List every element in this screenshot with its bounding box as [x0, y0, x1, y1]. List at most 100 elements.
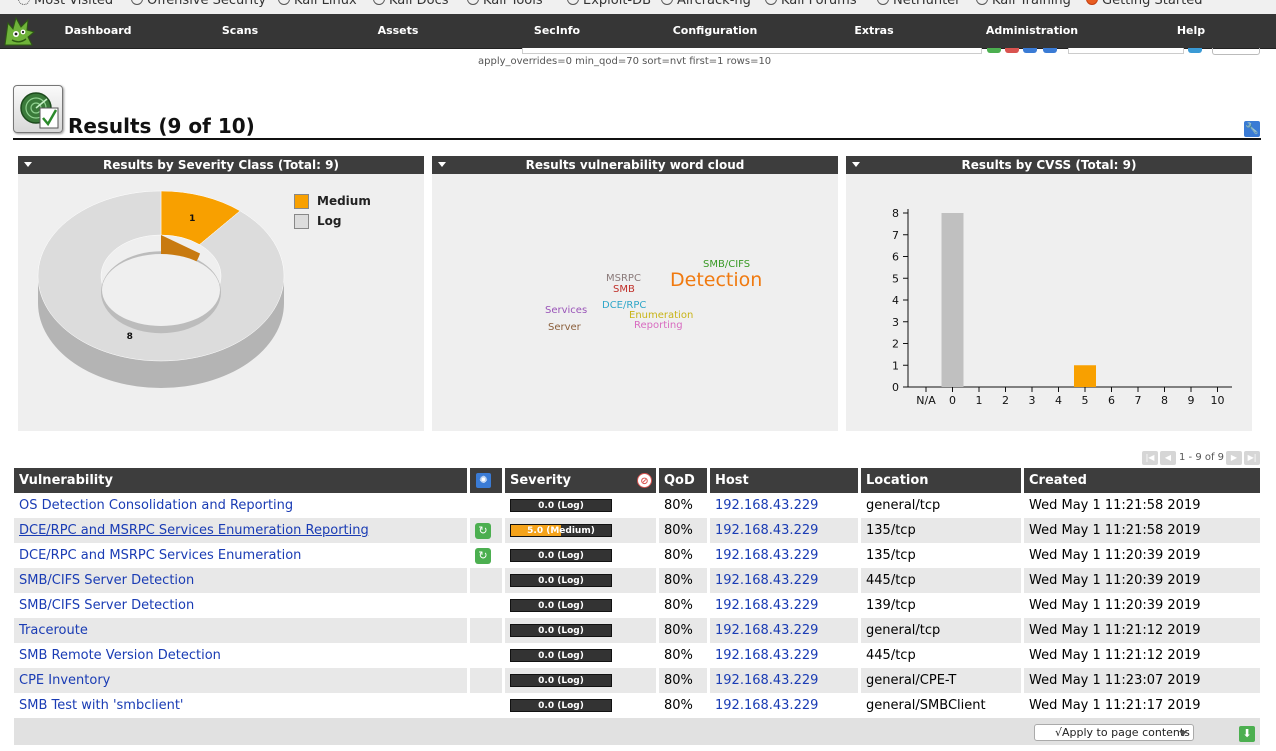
vulnerability-link[interactable]: Traceroute — [19, 623, 88, 638]
cvss-bar-0[interactable] — [941, 213, 964, 387]
filter-input[interactable] — [522, 48, 982, 54]
delete-filter-icon[interactable] — [1005, 48, 1019, 53]
col-severity[interactable]: Severity ⊘ — [505, 468, 659, 493]
nav-help[interactable]: Help — [1177, 24, 1205, 37]
col-location[interactable]: Location — [861, 468, 1024, 493]
host-link[interactable]: 192.168.43.229 — [715, 498, 818, 513]
location-cell: general/tcp — [861, 493, 1024, 518]
host-link[interactable]: 192.168.43.229 — [715, 673, 818, 688]
reset-filter-icon[interactable] — [1023, 48, 1037, 53]
filter-select[interactable] — [1212, 48, 1260, 55]
previous-page-icon[interactable]: ◀ — [1160, 451, 1176, 465]
greenbone-logo-icon[interactable] — [2, 15, 36, 49]
vulnerability-link[interactable]: CPE Inventory — [19, 673, 110, 688]
save-filter-icon[interactable] — [1188, 48, 1202, 53]
col-host[interactable]: Host — [710, 468, 861, 493]
table-row[interactable]: DCE/RPC and MSRPC Services Enumeration R… — [14, 518, 1260, 543]
word-cloud-word[interactable]: SMB — [613, 284, 635, 295]
created-cell: Wed May 1 11:20:39 2019 — [1024, 593, 1260, 618]
vulnerability-link[interactable]: SMB Remote Version Detection — [19, 648, 221, 663]
created-cell: Wed May 1 11:23:07 2019 — [1024, 668, 1260, 693]
nav-secinfo[interactable]: SecInfo — [534, 24, 580, 37]
override-icon[interactable]: ↻ — [475, 547, 491, 564]
table-row[interactable]: SMB Remote Version Detection 0.0 (Log) 80%… — [14, 643, 1260, 668]
refresh-filter-icon[interactable] — [987, 48, 1001, 53]
bookmark-item[interactable]: Exploit-DB — [567, 0, 651, 8]
host-link[interactable]: 192.168.43.229 — [715, 623, 818, 638]
word-cloud-word[interactable]: Detection — [670, 269, 762, 291]
severity-bar: 0.0 (Log) — [510, 574, 612, 587]
vulnerability-link[interactable]: SMB Test with 'smbclient' — [19, 698, 184, 713]
col-qod[interactable]: QoD — [659, 468, 710, 493]
bookmark-item[interactable]: Kali Tools — [467, 0, 543, 8]
last-page-icon[interactable]: ▶| — [1244, 451, 1260, 465]
host-link[interactable]: 192.168.43.229 — [715, 523, 818, 538]
wrench-icon[interactable]: 🔧 — [1244, 121, 1260, 137]
vulnerability-link[interactable]: SMB/CIFS Server Detection — [19, 598, 194, 613]
cvss-bar-chart: 0 1 2 3 4 5 6 7 8 N/A 0 1 2 3 4 5 6 7 8 9 10 — [892, 207, 1232, 407]
severity-class-panel-header[interactable]: Results by Severity Class (Total: 9) — [18, 156, 424, 174]
collapse-arrow-icon[interactable] — [24, 162, 32, 167]
collapse-arrow-icon[interactable] — [438, 162, 446, 167]
host-link[interactable]: 192.168.43.229 — [715, 573, 818, 588]
collapse-arrow-icon[interactable] — [852, 162, 860, 167]
location-cell: general/CPE-T — [861, 668, 1024, 693]
nav-extras[interactable]: Extras — [854, 24, 893, 37]
cvss-bar-5[interactable] — [1074, 365, 1096, 387]
bookmark-item[interactable]: Getting Started — [1086, 0, 1203, 8]
host-link[interactable]: 192.168.43.229 — [715, 698, 818, 713]
nav-assets[interactable]: Assets — [378, 24, 419, 37]
word-cloud-word[interactable]: Server — [548, 322, 581, 333]
col-vulnerability[interactable]: Vulnerability — [14, 468, 470, 493]
table-row[interactable]: DCE/RPC and MSRPC Services Enumeration ↻ 0… — [14, 543, 1260, 568]
table-row[interactable]: Traceroute 0.0 (Log) 80% 192.168.43.229 gene… — [14, 618, 1260, 643]
bookmark-item[interactable]: Offensive Security — [131, 0, 266, 8]
legend-item-log: Log — [294, 213, 371, 233]
first-page-icon[interactable]: |◀ — [1142, 451, 1158, 465]
bookmark-item[interactable]: Kali Docs — [373, 0, 449, 8]
table-row[interactable]: OS Detection Consolidation and Reporting… — [14, 493, 1260, 518]
word-cloud-panel-header[interactable]: Results vulnerability word cloud — [432, 156, 838, 174]
nav-dashboard[interactable]: Dashboard — [64, 24, 131, 37]
bookmark-item[interactable]: NetHunter — [877, 0, 961, 8]
bookmark-label: Kali Linux — [294, 0, 357, 8]
override-cell — [470, 618, 505, 643]
next-page-icon[interactable]: ▶ — [1226, 451, 1242, 465]
vulnerability-link[interactable]: OS Detection Consolidation and Reporting — [19, 498, 293, 513]
cvss-panel-header[interactable]: Results by CVSS (Total: 9) — [846, 156, 1252, 174]
vulnerability-link[interactable]: DCE/RPC and MSRPC Services Enumeration — [19, 548, 301, 563]
overrides-icon[interactable]: ✺ — [476, 473, 491, 488]
host-link[interactable]: 192.168.43.229 — [715, 648, 818, 663]
override-icon[interactable]: ↻ — [475, 522, 491, 539]
vulnerability-link[interactable]: DCE/RPC and MSRPC Services Enumeration R… — [19, 523, 369, 538]
nav-administration[interactable]: Administration — [986, 24, 1078, 37]
edit-filter-icon[interactable] — [1043, 48, 1057, 53]
word-cloud-word[interactable]: MSRPC — [606, 273, 641, 284]
bookmark-item[interactable]: Kali Linux — [278, 0, 357, 8]
table-row[interactable]: SMB Test with 'smbclient' 0.0 (Log) 80% 192… — [14, 693, 1260, 718]
table-row[interactable]: SMB/CIFS Server Detection 0.0 (Log) 80% 192… — [14, 568, 1260, 593]
download-icon[interactable]: ⬇ — [1239, 726, 1255, 742]
word-cloud-word[interactable]: SMB/CIFS — [703, 259, 750, 270]
nav-configuration[interactable]: Configuration — [673, 24, 758, 37]
bookmark-item[interactable]: Kali Training — [976, 0, 1071, 8]
table-row[interactable]: CPE Inventory 0.0 (Log) 80% 192.168.43.229 g… — [14, 668, 1260, 693]
location-cell: general/SMBClient — [861, 693, 1024, 718]
host-link[interactable]: 192.168.43.229 — [715, 548, 818, 563]
no-overrides-icon[interactable]: ⊘ — [637, 473, 652, 488]
filter-name-input[interactable] — [1068, 48, 1184, 54]
legend-label: Medium — [317, 194, 371, 208]
apply-to-select[interactable]: √Apply to page contents — [1034, 724, 1194, 741]
table-row[interactable]: SMB/CIFS Server Detection 0.0 (Log) 80% 192… — [14, 593, 1260, 618]
qod-cell: 80% — [659, 693, 710, 718]
bookmark-item[interactable]: Kali Forums — [765, 0, 857, 8]
nav-scans[interactable]: Scans — [222, 24, 258, 37]
bookmark-item[interactable]: Most Visited — [18, 0, 113, 8]
bookmark-item[interactable]: Aircrack-ng — [661, 0, 751, 8]
word-cloud-word[interactable]: Reporting — [634, 320, 683, 331]
col-created[interactable]: Created — [1024, 468, 1260, 493]
host-link[interactable]: 192.168.43.229 — [715, 598, 818, 613]
vulnerability-link[interactable]: SMB/CIFS Server Detection — [19, 573, 194, 588]
word-cloud-word[interactable]: Services — [545, 305, 587, 316]
severity-cell: 0.0 (Log) — [505, 493, 659, 518]
